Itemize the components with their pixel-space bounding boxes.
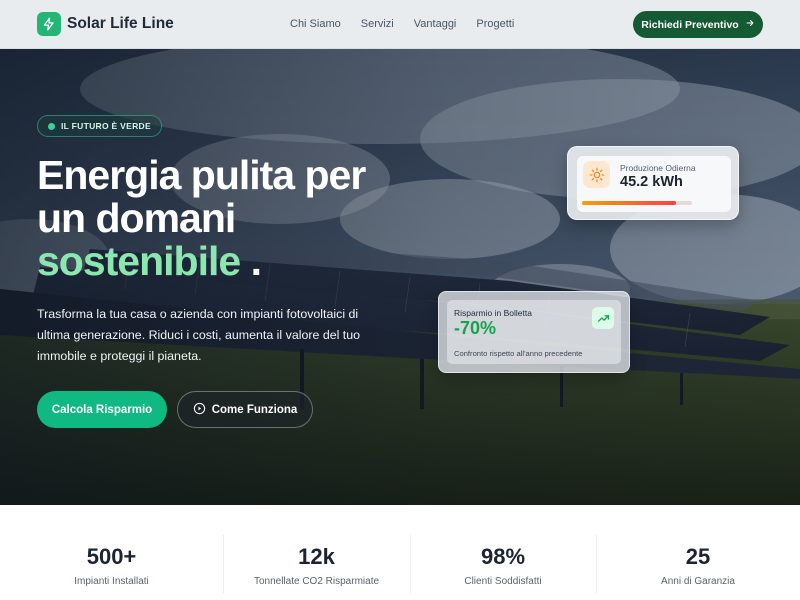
stat-value: 500+ (86, 544, 137, 569)
nav-link-chi-siamo[interactable]: Chi Siamo (290, 18, 341, 30)
stat-value: 98% (480, 544, 526, 569)
hero-title-line2: un domani (37, 195, 236, 241)
savings-card: Risparmio in Bolletta -70% Confronto ris… (438, 291, 630, 373)
hero-title-line1: Energia pulita per (37, 152, 366, 198)
nav-link-servizi[interactable]: Servizi (361, 18, 394, 30)
production-card: Produzione Odierna 45.2 kWh (567, 146, 739, 220)
how-it-works-button[interactable]: Come Funziona (177, 391, 313, 428)
hero-badge: IL FUTURO È VERDE (37, 115, 162, 137)
request-quote-button[interactable]: Richiedi Preventivo (633, 11, 763, 38)
arrow-right-icon (745, 18, 755, 31)
stat-value: 25 (685, 544, 711, 569)
play-circle-icon (193, 402, 206, 418)
stat-label: Tonnellate CO2 Risparmiate (253, 576, 380, 587)
stat-item: 25 Anni di Garanzia (596, 505, 800, 600)
savings-note: Confronto rispetto all'anno precedente (454, 349, 583, 358)
hero-title-period: . (250, 238, 262, 284)
logo[interactable]: Solar Life Line (37, 12, 174, 36)
hero-section: IL FUTURO È VERDE Energia pulita per un … (0, 49, 800, 505)
hero-badge-text: IL FUTURO È VERDE (61, 121, 151, 131)
savings-value: -70% (454, 318, 497, 338)
hero-title-line3: sostenibile . (37, 240, 365, 283)
hero-subtitle: Trasforma la tua casa o azienda con impi… (37, 307, 361, 363)
nav-links: Chi Siamo Servizi Vantaggi Progetti (290, 18, 514, 30)
stats-section: 500+ Impianti Installati 12k Tonnellate … (0, 505, 800, 600)
trending-up-icon (592, 307, 614, 329)
calculate-savings-button[interactable]: Calcola Risparmio (37, 391, 167, 428)
status-dot-icon (48, 122, 55, 130)
request-quote-label: Richiedi Preventivo (641, 18, 739, 31)
stat-label: Clienti Soddisfatti (464, 576, 542, 587)
stat-item: 12k Tonnellate CO2 Risparmiate (223, 505, 410, 600)
production-label: Produzione Odierna (620, 163, 696, 173)
stat-label: Impianti Installati (74, 576, 149, 587)
stat-label: Anni di Garanzia (661, 576, 735, 587)
savings-label: Risparmio in Bolletta (454, 308, 532, 318)
brand-name: Solar Life Line (67, 15, 174, 32)
hero-title: Energia pulita per un domani sostenibile… (37, 152, 366, 283)
stat-item: 500+ Impianti Installati (0, 505, 223, 600)
nav-link-progetti[interactable]: Progetti (476, 18, 514, 30)
how-it-works-label: Come Funziona (211, 403, 298, 416)
nav-link-vantaggi[interactable]: Vantaggi (414, 18, 457, 30)
stat-item: 98% Clienti Soddisfatti (410, 505, 596, 600)
lightning-icon (37, 12, 61, 36)
stat-value: 12k (298, 544, 335, 569)
production-progress-track (582, 201, 692, 205)
sun-icon (583, 161, 610, 188)
production-progress-fill (582, 201, 676, 205)
navbar: Solar Life Line Chi Siamo Servizi Vantag… (0, 0, 800, 49)
production-value: 45.2 kWh (620, 174, 683, 190)
hero-title-highlight: sostenibile (37, 238, 241, 284)
